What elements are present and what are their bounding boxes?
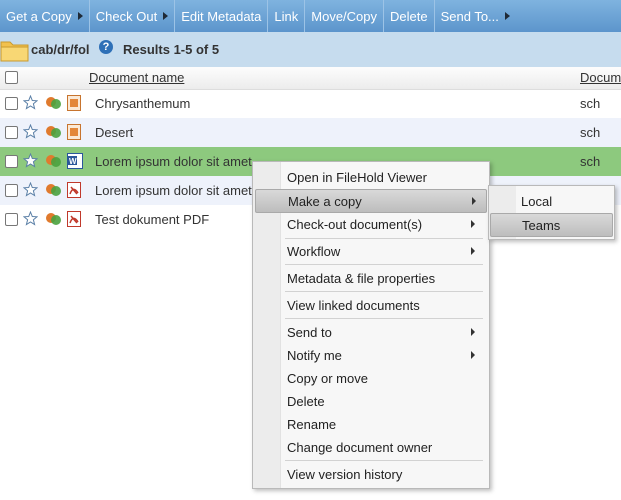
move-copy-button[interactable]: Move/Copy — [305, 0, 385, 32]
menu-item-label: View linked documents — [287, 298, 420, 313]
status-icon — [46, 126, 61, 138]
row-checkbox[interactable] — [5, 97, 18, 110]
menu-item-workflow[interactable]: Workflow — [255, 240, 485, 262]
location-bar — [0, 32, 621, 67]
star-icon[interactable] — [23, 153, 38, 168]
status-icon — [46, 155, 61, 167]
menu-item-label: Rename — [287, 417, 337, 432]
edit-metadata-button[interactable]: Edit Metadata — [175, 0, 269, 32]
submenu-item-local[interactable]: Local — [490, 190, 611, 212]
delete-label: Delete — [390, 8, 428, 24]
submenu-arrow-icon — [471, 351, 475, 359]
move-copy-label: Move/Copy — [311, 8, 378, 24]
star-icon[interactable] — [23, 95, 38, 110]
folder-icon — [0, 41, 29, 62]
menu-item-label: Make a copy — [288, 194, 362, 209]
menu-item-label: Local — [521, 194, 553, 209]
submenu-item-teams[interactable]: Teams — [490, 213, 613, 237]
menu-item-label: Send to — [287, 325, 332, 340]
document-name[interactable]: Lorem ipsum dolor sit amet — [95, 154, 252, 169]
word-icon: W — [67, 153, 83, 169]
menu-item-delete[interactable]: Delete — [255, 390, 485, 412]
chevron-right-icon — [77, 12, 83, 20]
image-icon — [67, 124, 81, 140]
svg-text:W: W — [69, 157, 77, 166]
menu-item-label: Workflow — [287, 244, 341, 259]
menu-item-make-a-copy[interactable]: Make a copy — [255, 189, 487, 213]
submenu-arrow-icon — [471, 220, 475, 228]
send-to-label: Send To... — [440, 8, 499, 24]
document-name[interactable]: Desert — [95, 125, 133, 140]
folder-path[interactable]: cab/dr/fol — [31, 42, 90, 57]
status-icon — [46, 97, 61, 109]
menu-item-copy-or-move[interactable]: Copy or move — [255, 367, 485, 389]
star-icon[interactable] — [23, 182, 38, 197]
menu-item-label: Open in FileHold Viewer — [287, 170, 427, 185]
submenu-arrow-icon — [471, 247, 475, 255]
menu-item-label: Check-out document(s) — [287, 217, 423, 232]
document-owner: sch — [580, 96, 601, 111]
menu-item-label: Teams — [522, 218, 561, 233]
menu-separator — [285, 318, 483, 319]
star-icon[interactable] — [23, 211, 38, 226]
menu-item-version-history[interactable]: View version history — [255, 463, 485, 485]
menu-item-label: View version history — [287, 467, 403, 482]
table-row[interactable]: Chrysanthemum sch — [0, 89, 621, 118]
delete-button[interactable]: Delete — [384, 0, 435, 32]
document-owner: sch — [580, 125, 601, 140]
menu-item-send-to[interactable]: Send to — [255, 321, 485, 343]
row-checkbox[interactable] — [5, 213, 18, 226]
column-header-document-name[interactable]: Document name — [89, 70, 184, 85]
column-header-document-owner[interactable]: Docum — [580, 70, 621, 85]
menu-separator — [285, 291, 483, 292]
pdf-icon — [67, 211, 81, 227]
link-label: Link — [274, 8, 299, 24]
table-row[interactable]: Desert sch — [0, 118, 621, 147]
chevron-right-icon — [163, 12, 169, 20]
menu-item-label: Notify me — [287, 348, 342, 363]
get-a-copy-menu[interactable]: Get a Copy — [0, 0, 90, 32]
link-button[interactable]: Link — [268, 0, 306, 32]
row-checkbox[interactable] — [5, 155, 18, 168]
status-icon — [46, 184, 61, 196]
menu-item-change-owner[interactable]: Change document owner — [255, 436, 485, 458]
menu-item-label: Change document owner — [287, 440, 433, 455]
menu-item-label: Delete — [287, 394, 325, 409]
submenu-arrow-icon — [471, 328, 475, 336]
check-out-menu[interactable]: Check Out — [90, 0, 176, 32]
results-count: Results 1-5 of 5 — [123, 42, 220, 57]
document-name[interactable]: Chrysanthemum — [95, 96, 190, 111]
menu-item-open-viewer[interactable]: Open in FileHold Viewer — [255, 166, 485, 188]
menu-item-label: Metadata & file properties — [287, 271, 436, 286]
menu-item-metadata[interactable]: Metadata & file properties — [255, 267, 485, 289]
chevron-right-icon — [504, 12, 510, 20]
menu-item-notify-me[interactable]: Notify me — [255, 344, 485, 366]
image-icon — [67, 95, 81, 111]
context-menu: Open in FileHold Viewer Make a copy Chec… — [252, 161, 490, 489]
send-to-menu[interactable]: Send To... — [435, 0, 516, 32]
menu-item-view-linked[interactable]: View linked documents — [255, 294, 485, 316]
toolbar: Get a Copy Check Out Edit Metadata Link … — [0, 0, 621, 32]
edit-metadata-label: Edit Metadata — [181, 8, 262, 24]
document-owner: sch — [580, 154, 601, 169]
submenu-arrow-icon — [472, 197, 476, 205]
menu-item-label: Copy or move — [287, 371, 368, 386]
menu-separator — [285, 460, 483, 461]
menu-item-rename[interactable]: Rename — [255, 413, 485, 435]
get-a-copy-label: Get a Copy — [6, 8, 72, 24]
document-name[interactable]: Test dokument PDF — [95, 212, 209, 227]
document-name[interactable]: Lorem ipsum dolor sit amet — [95, 183, 252, 198]
row-checkbox[interactable] — [5, 126, 18, 139]
star-icon[interactable] — [23, 124, 38, 139]
pdf-icon — [67, 182, 81, 198]
row-checkbox[interactable] — [5, 184, 18, 197]
menu-separator — [285, 264, 483, 265]
status-icon — [46, 213, 61, 225]
menu-item-check-out[interactable]: Check-out document(s) — [255, 213, 485, 235]
select-all-checkbox[interactable] — [5, 71, 18, 84]
make-a-copy-submenu: Local Teams — [488, 185, 615, 240]
menu-separator — [285, 238, 483, 239]
help-icon[interactable]: ? — [99, 40, 113, 54]
check-out-label: Check Out — [95, 8, 158, 24]
